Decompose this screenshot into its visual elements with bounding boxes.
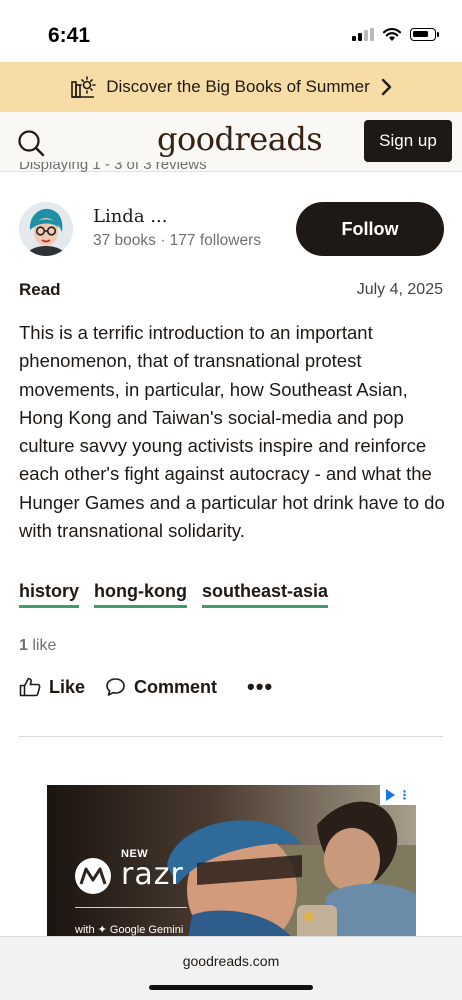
home-indicator[interactable] xyxy=(149,985,313,990)
tag-list: history hong-kong southeast-asia xyxy=(19,580,329,608)
thumbs-up-icon xyxy=(19,677,41,697)
review-text: This is a terrific introduction to an im… xyxy=(19,322,445,542)
tag-history[interactable]: history xyxy=(19,580,80,608)
review-date[interactable]: July 4, 2025 xyxy=(357,281,443,299)
like-button[interactable]: Like xyxy=(19,677,85,698)
tag-hong-kong[interactable]: hong-kong xyxy=(94,580,187,608)
signal-icon xyxy=(352,28,374,41)
battery-icon xyxy=(410,28,439,41)
ad-brand: razr xyxy=(121,857,184,892)
status-bar: 6:41 xyxy=(0,0,462,62)
ad-choices-icon[interactable]: ⋮ xyxy=(380,785,416,805)
reviewer-name[interactable]: Linda ... xyxy=(93,206,167,227)
reviewer-stats: 37 books · 177 followers xyxy=(93,232,262,249)
browser-url-bar[interactable]: goodreads.com xyxy=(0,936,462,1000)
follow-button[interactable]: Follow xyxy=(296,202,444,256)
promo-banner[interactable]: Discover the Big Books of Summer xyxy=(0,62,462,112)
comment-icon xyxy=(106,678,125,696)
goodreads-logo[interactable]: goodreads xyxy=(157,120,323,158)
ad-with-text: with ✦ Google Gemini xyxy=(75,924,184,936)
likes-count[interactable]: 1 like xyxy=(19,637,56,655)
sun-books-icon xyxy=(71,76,96,98)
divider xyxy=(19,736,443,737)
chevron-right-icon xyxy=(381,78,391,96)
status-time: 6:41 xyxy=(48,24,91,47)
likes-word: like xyxy=(32,637,57,654)
comment-button[interactable]: Comment xyxy=(105,677,217,698)
reviews-count-text: Displaying 1 - 3 of 3 reviews xyxy=(19,162,207,173)
status-icons xyxy=(352,27,439,42)
promo-text: Discover the Big Books of Summer xyxy=(106,77,370,96)
url-text[interactable]: goodreads.com xyxy=(0,953,462,969)
comment-label: Comment xyxy=(134,676,218,697)
like-label: Like xyxy=(49,676,86,697)
ad-divider xyxy=(75,907,187,908)
more-icon[interactable]: ••• xyxy=(247,676,273,698)
wifi-icon xyxy=(382,28,402,41)
motorola-logo-icon xyxy=(75,858,111,894)
shelf-status: Read xyxy=(19,280,61,299)
likes-number: 1 xyxy=(19,637,28,654)
avatar[interactable] xyxy=(19,202,73,256)
search-icon[interactable] xyxy=(16,128,46,158)
tag-southeast-asia[interactable]: southeast-asia xyxy=(202,580,329,608)
review-actions: Like Comment ••• xyxy=(19,676,273,698)
signup-button[interactable]: Sign up xyxy=(364,120,452,162)
advertisement[interactable]: ⋮ NEW razr with ✦ Google Gemini xyxy=(47,785,416,945)
